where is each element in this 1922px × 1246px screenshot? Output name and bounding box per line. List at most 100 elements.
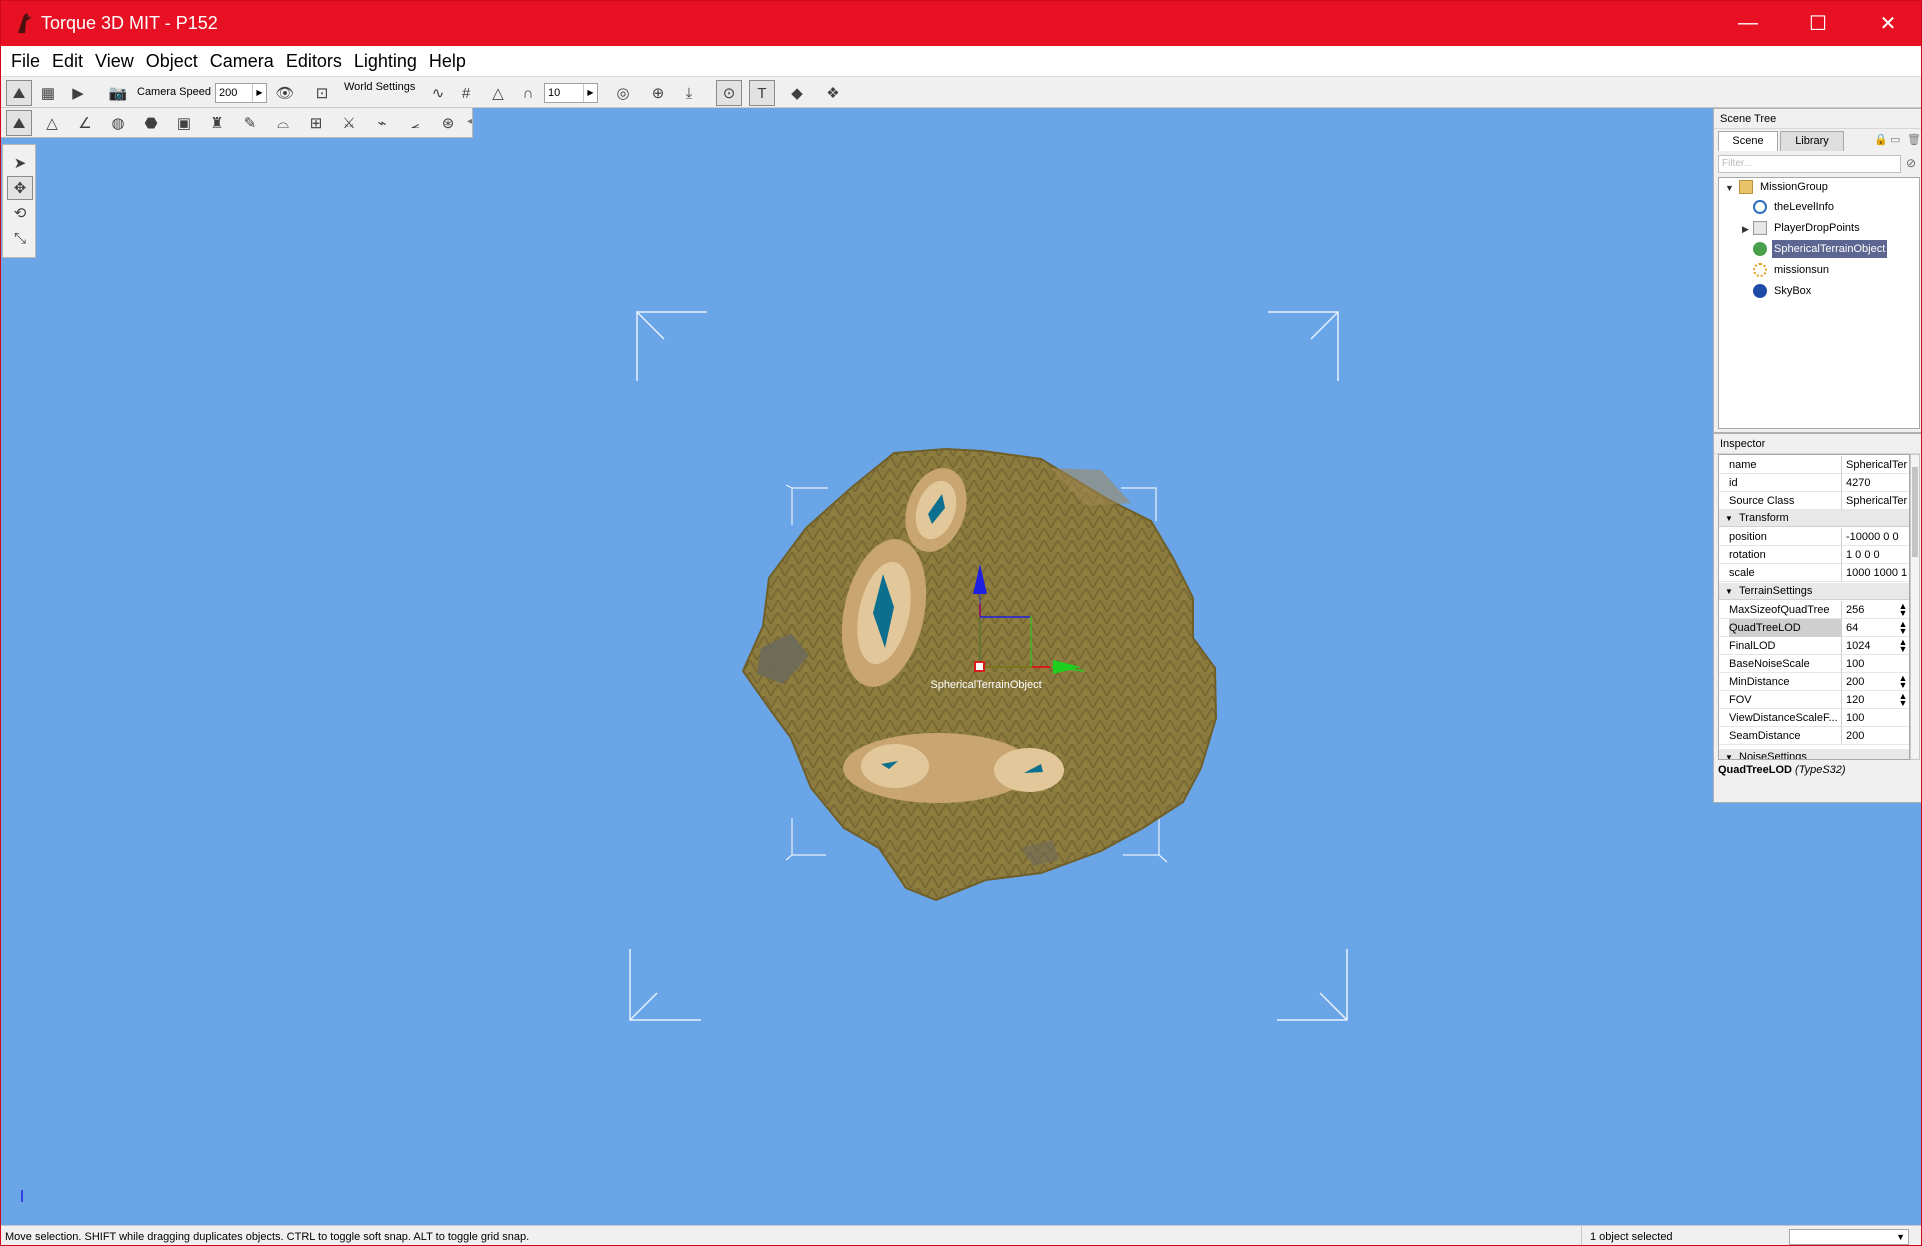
camera-speed-label: Camera Speed — [137, 86, 211, 98]
group-terrainsettings[interactable]: ▼ TerrainSettings — [1719, 583, 1909, 600]
visibility-icon[interactable]: 👁 — [272, 80, 298, 106]
close-button[interactable]: ✕ — [1853, 1, 1921, 46]
tree-node-playerdroppoints[interactable]: PlayerDropPoints — [1753, 219, 1862, 237]
object-name-label: SphericalTerrainObject — [930, 679, 1041, 691]
gui-editor-icon[interactable]: ▦ — [35, 80, 61, 106]
pivot-icon[interactable]: ⊕ — [645, 80, 671, 106]
status-dropdown[interactable]: ▼ — [1789, 1229, 1909, 1245]
expand-icon[interactable]: ▶ — [1742, 224, 1749, 235]
stepper-icon[interactable]: ▲ ▼ — [1898, 674, 1908, 690]
road-editor-icon[interactable]: ⦟ — [402, 110, 428, 136]
menu-lighting[interactable]: Lighting — [348, 51, 423, 72]
prop-row[interactable]: name SphericalTer — [1719, 456, 1909, 474]
selection-count: 1 object selected — [1581, 1226, 1777, 1245]
viewport-canvas[interactable]: SphericalTerrainObject — [1, 108, 1922, 1225]
clear-filter-icon[interactable]: ⊘ — [1906, 156, 1916, 170]
spherical-terrain-object[interactable] — [741, 447, 1218, 902]
tree-node-skybox[interactable]: SkyBox — [1753, 282, 1813, 300]
fit-selection-icon[interactable]: ⊡ — [309, 80, 335, 106]
tree-node-missiongroup[interactable]: MissionGroup — [1739, 178, 1830, 196]
minimize-button[interactable]: — — [1713, 1, 1783, 46]
prop-row[interactable]: SeamDistance 200 — [1719, 727, 1909, 745]
prop-row[interactable]: MinDistance 200 ▲ ▼ — [1719, 673, 1909, 691]
grid-snap-icon[interactable]: # — [453, 80, 479, 106]
world-settings-label[interactable]: World Settings — [344, 81, 415, 93]
new-folder-icon[interactable]: ▭ — [1890, 133, 1900, 146]
menu-editors[interactable]: Editors — [280, 51, 348, 72]
terrain-painter-icon[interactable]: ∠ — [72, 110, 98, 136]
object-editor-icon[interactable]: ⛰ — [6, 110, 32, 136]
menu-help[interactable]: Help — [423, 51, 472, 72]
soft-snap-icon[interactable]: ∿ — [425, 80, 451, 106]
inspector-scrollbar[interactable] — [1910, 454, 1920, 760]
forest-editor-icon[interactable]: ⊞ — [303, 110, 329, 136]
drop-to-terrain-icon[interactable]: ⤓ — [676, 80, 702, 106]
select-arrow-icon[interactable]: ➤ — [7, 151, 33, 175]
rotate-tool-icon[interactable]: ⟲ — [7, 201, 33, 225]
tab-library[interactable]: Library — [1780, 131, 1844, 151]
prop-row[interactable]: FinalLOD 1024 ▲ ▼ — [1719, 637, 1909, 655]
play-icon[interactable]: ▶ — [65, 80, 91, 106]
group-icon[interactable]: ❖ — [817, 80, 849, 106]
prop-row[interactable]: scale 1000 1000 1 — [1719, 564, 1909, 582]
decal-editor-icon[interactable]: ⌓ — [270, 110, 296, 136]
stepper-icon[interactable]: ▲ ▼ — [1898, 692, 1908, 708]
prefab-icon[interactable]: ◆ — [784, 80, 810, 106]
lock-icon[interactable]: 🔒 — [1874, 133, 1888, 146]
prop-row[interactable]: QuadTreeLOD 64 ▲ ▼ — [1719, 619, 1909, 637]
delete-icon[interactable]: 🗑 — [1907, 133, 1921, 146]
group-transform[interactable]: ▼ Transform — [1719, 510, 1909, 527]
tree-node-missionsun[interactable]: missionsun — [1753, 261, 1831, 279]
chevron-down-icon: ▼ — [1896, 1232, 1905, 1242]
navmesh-editor-icon[interactable]: ⊛ — [435, 110, 461, 136]
sketch-tool-icon[interactable]: ▣ — [171, 110, 197, 136]
camera-icon[interactable]: 📷 — [105, 80, 131, 106]
material-editor-icon[interactable]: ◍ — [105, 110, 131, 136]
object-snap-icon[interactable]: ◎ — [610, 80, 636, 106]
snap-size-input[interactable]: 10 ▶ — [544, 83, 598, 103]
menu-bar: File Edit View Object Camera Editors Lig… — [1, 46, 1921, 76]
scrollbar-thumb[interactable] — [1912, 467, 1918, 557]
stepper-icon[interactable]: ▲ ▼ — [1898, 638, 1908, 654]
prop-row[interactable]: Source Class SphericalTer — [1719, 492, 1909, 510]
prop-row[interactable]: rotation 1 0 0 0 — [1719, 546, 1909, 564]
prop-row[interactable]: MaxSizeofQuadTree 256 ▲ ▼ — [1719, 601, 1909, 619]
tab-scene[interactable]: Scene — [1718, 131, 1778, 151]
river-editor-icon[interactable]: ⌁ — [369, 110, 395, 136]
maximize-button[interactable]: ☐ — [1783, 1, 1853, 46]
terrain-snap-icon[interactable]: △ — [485, 80, 511, 106]
text-labels-icon[interactable]: T — [749, 80, 775, 106]
datablock-editor-icon[interactable]: ♜ — [204, 110, 230, 136]
group-noisesettings[interactable]: ▼ NoiseSettings — [1719, 749, 1909, 759]
prop-row[interactable]: id 4270 — [1719, 474, 1909, 492]
shape-editor-icon[interactable]: ⬣ — [138, 110, 164, 136]
stepper-icon[interactable]: ▲ ▼ — [1898, 620, 1908, 636]
chevron-right-icon[interactable]: ▶ — [583, 84, 597, 102]
tree-node-sphericalterrainobject[interactable]: SphericalTerrainObject — [1753, 240, 1888, 258]
toolbar-collapse-icon[interactable]: ◂ — [467, 116, 472, 127]
selection-center-icon[interactable]: ⊙ — [716, 80, 742, 106]
collapse-icon[interactable]: ▼ — [1725, 183, 1734, 193]
magnet-icon[interactable]: ∩ — [515, 80, 541, 106]
scale-tool-icon[interactable]: ⤡ — [7, 226, 33, 250]
terrain-editor-icon[interactable]: △ — [39, 110, 65, 136]
camera-speed-input[interactable]: 200 ▶ — [215, 83, 267, 103]
move-tool-icon[interactable]: ✥ — [7, 176, 33, 200]
prop-row[interactable]: position -10000 0 0 — [1719, 528, 1909, 546]
menu-view[interactable]: View — [89, 51, 140, 72]
world-editor-icon[interactable]: ⛰ — [6, 80, 32, 106]
chevron-right-icon[interactable]: ▶ — [252, 84, 266, 102]
stepper-icon[interactable]: ▲ ▼ — [1898, 602, 1908, 618]
menu-camera[interactable]: Camera — [204, 51, 280, 72]
menu-file[interactable]: File — [5, 51, 46, 72]
prop-row[interactable]: ViewDistanceScaleF... 100 — [1719, 709, 1909, 727]
mesh-road-editor-icon[interactable]: ⚔ — [336, 110, 362, 136]
menu-object[interactable]: Object — [140, 51, 204, 72]
3d-viewport[interactable]: SphericalTerrainObject — [1, 108, 1922, 1225]
prop-row[interactable]: FOV 120 ▲ ▼ — [1719, 691, 1909, 709]
menu-edit[interactable]: Edit — [46, 51, 89, 72]
prop-row[interactable]: BaseNoiseScale 100 — [1719, 655, 1909, 673]
filter-input[interactable]: Filter... — [1718, 155, 1901, 173]
tree-node-thelevelinfo[interactable]: theLevelInfo — [1753, 198, 1836, 216]
particle-editor-icon[interactable]: ✎ — [237, 110, 263, 136]
